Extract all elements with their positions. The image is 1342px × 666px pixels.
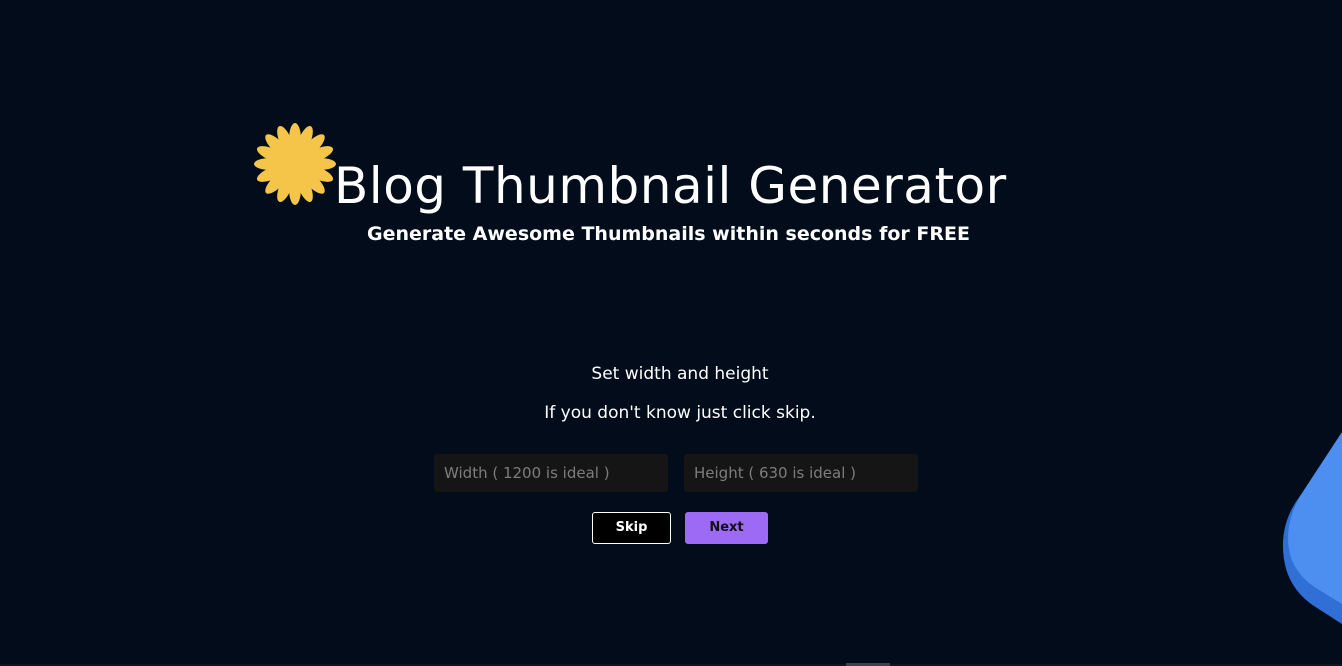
setup-hint: If you don't know just click skip. xyxy=(544,403,816,423)
page: Blog Thumbnail Generator Generate Awesom… xyxy=(0,0,1342,666)
page-subtitle: Generate Awesome Thumbnails within secon… xyxy=(367,223,970,245)
setup-heading: Set width and height xyxy=(591,364,769,384)
page-title: Blog Thumbnail Generator xyxy=(334,157,1007,215)
width-input[interactable] xyxy=(434,454,668,492)
decorative-blob xyxy=(1282,432,1342,624)
next-button[interactable]: Next xyxy=(685,512,768,544)
height-input[interactable] xyxy=(684,454,918,492)
skip-button[interactable]: Skip xyxy=(592,512,671,544)
sun-flower-icon xyxy=(254,123,336,205)
